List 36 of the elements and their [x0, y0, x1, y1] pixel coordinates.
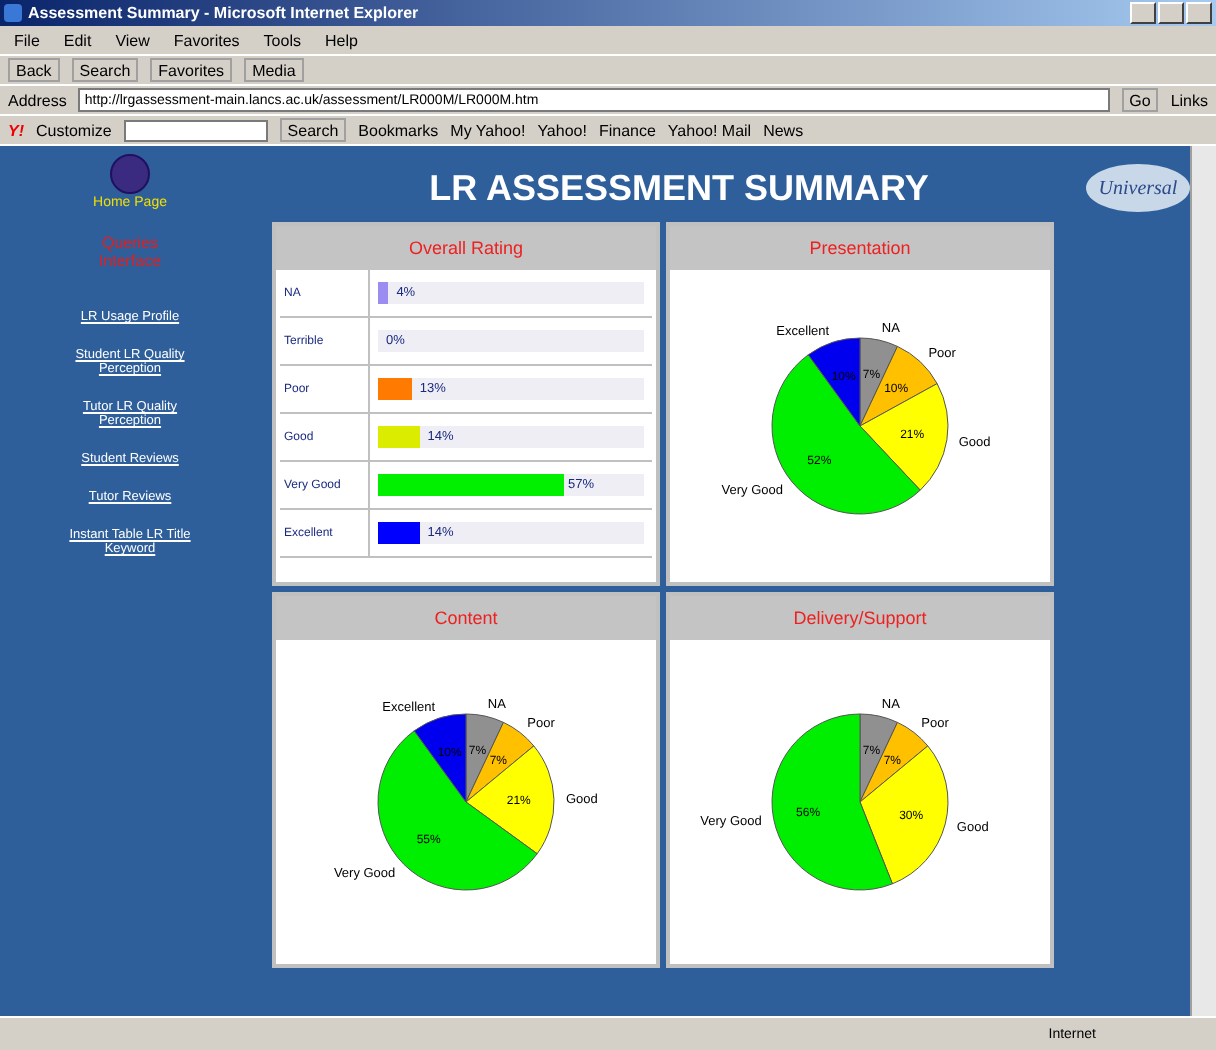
toolbar-link[interactable]: News — [763, 121, 804, 139]
toolbar-link[interactable]: Yahoo! Mail — [667, 121, 752, 139]
panel-title: Overall Rating — [276, 226, 656, 270]
panel-title: Delivery/Support — [670, 596, 1050, 640]
maximize-button[interactable] — [1158, 2, 1184, 24]
panel-title: Content — [276, 596, 656, 640]
panel-title: Presentation — [670, 226, 1050, 270]
menu-item[interactable]: File — [8, 31, 46, 49]
menu-item[interactable]: View — [109, 31, 156, 49]
menu-item[interactable]: Favorites — [167, 31, 246, 49]
menu-item[interactable]: Help — [318, 31, 364, 49]
minimize-button[interactable] — [1130, 2, 1156, 24]
menu-item[interactable]: Tools — [257, 31, 307, 49]
home-icon[interactable] — [110, 154, 150, 194]
search-button[interactable]: Search — [279, 118, 347, 142]
links-label[interactable]: Links — [1170, 91, 1208, 109]
toolbar-link[interactable]: Yahoo! — [537, 121, 587, 139]
window-title: Assessment Summary - Microsoft Internet Explorer — [28, 4, 421, 22]
toolbar-link[interactable]: My Yahoo! — [450, 121, 526, 139]
search-field[interactable] — [123, 119, 268, 141]
toolbar-link[interactable]: Finance — [598, 121, 656, 139]
browser-icon — [4, 4, 22, 22]
toolbar-link[interactable]: Bookmarks — [358, 121, 439, 139]
close-button[interactable] — [1186, 2, 1212, 24]
menu-item[interactable]: Edit — [57, 31, 98, 49]
address-label: Address — [8, 91, 67, 109]
scrollbar[interactable] — [1190, 146, 1216, 1016]
logo: Universal — [1086, 164, 1190, 212]
toolbar-button[interactable]: Back — [8, 58, 60, 82]
toolbar-button[interactable]: Search — [71, 58, 139, 82]
toolbar-button[interactable]: Media — [244, 58, 304, 82]
toolbar-button[interactable]: Favorites — [150, 58, 233, 82]
page-title: LR ASSESSMENT SUMMARY — [427, 167, 931, 209]
customize-link[interactable]: Customize — [36, 121, 112, 139]
go-button[interactable]: Go — [1121, 88, 1159, 112]
sidebar-heading: Queries Interface — [96, 234, 164, 270]
